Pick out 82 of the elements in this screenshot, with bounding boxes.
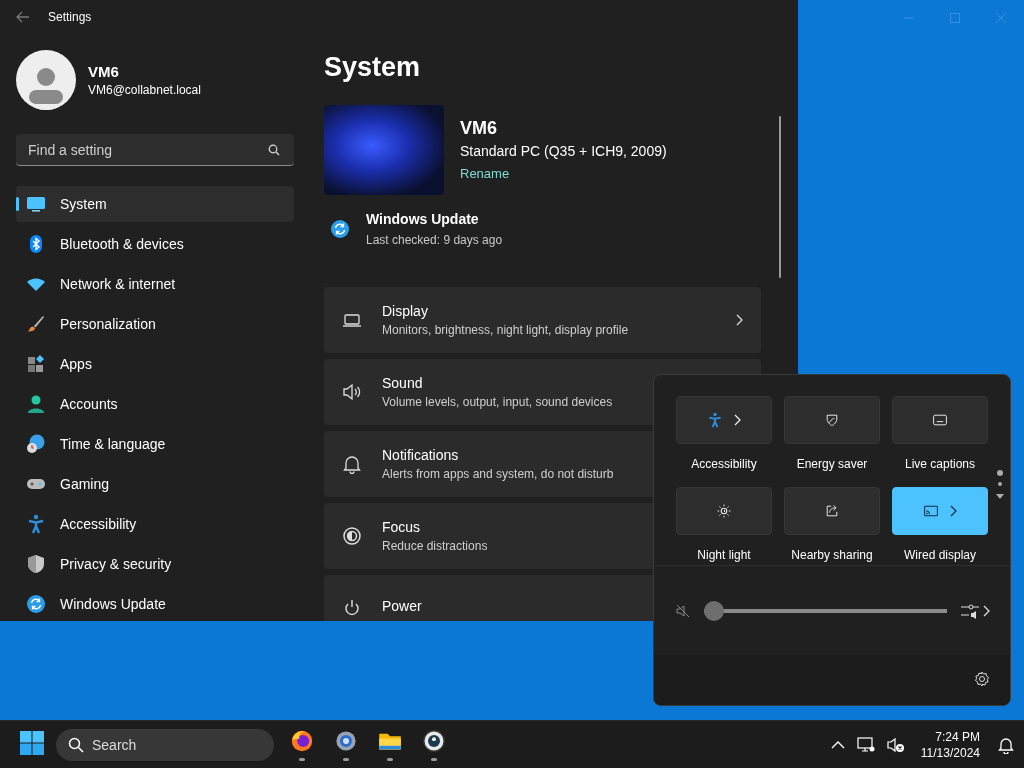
sync-icon bbox=[330, 219, 350, 239]
nav-item[interactable]: Bluetooth & devices bbox=[16, 226, 294, 262]
monitor-icon bbox=[26, 194, 46, 214]
setting-search-field[interactable]: Find a setting bbox=[16, 134, 294, 166]
nav-item[interactable]: Windows Update bbox=[16, 586, 294, 621]
paintbrush-icon bbox=[26, 314, 46, 334]
bell-icon bbox=[342, 454, 362, 474]
quick-toggle[interactable] bbox=[784, 486, 880, 535]
nav-item[interactable]: Time & language bbox=[16, 426, 294, 462]
share-icon bbox=[824, 502, 840, 519]
nav-item[interactable]: System bbox=[16, 186, 294, 222]
update-title: Windows Update bbox=[366, 211, 480, 227]
clock[interactable]: 7:24 PM 11/13/2024 bbox=[920, 728, 980, 761]
rename-link[interactable]: Rename bbox=[460, 166, 510, 181]
leaf-icon bbox=[824, 412, 840, 428]
quick-toggle[interactable] bbox=[676, 396, 772, 444]
page-title: System bbox=[324, 52, 422, 83]
user-name: VM6 bbox=[88, 63, 120, 80]
row-subtitle: Monitors, brightness, night light, display profile bbox=[382, 323, 629, 337]
nav-item[interactable]: Gaming bbox=[16, 466, 294, 502]
device-name: VM6 bbox=[460, 118, 498, 139]
show-hidden-icons-button[interactable] bbox=[830, 739, 845, 750]
toggle-label: Nearby sharing bbox=[791, 547, 873, 562]
search-icon bbox=[68, 736, 84, 753]
network-icon[interactable] bbox=[856, 736, 875, 753]
start-button[interactable] bbox=[20, 731, 44, 758]
sync-icon bbox=[26, 594, 46, 614]
chevron-icon bbox=[982, 604, 990, 617]
device-model: Standard PC (Q35 + ICH9, 2009) bbox=[460, 143, 667, 159]
sun-icon bbox=[716, 502, 732, 519]
nav-item[interactable]: Privacy & security bbox=[16, 546, 294, 582]
nav-item[interactable]: Apps bbox=[16, 346, 294, 382]
muted-speaker-icon[interactable] bbox=[676, 603, 690, 618]
audio-mixer-button[interactable] bbox=[961, 602, 990, 619]
toggle-label: Accessibility bbox=[691, 457, 757, 471]
power-icon bbox=[342, 598, 362, 618]
accessibility-icon bbox=[26, 514, 46, 534]
toggle-label: Night light bbox=[697, 547, 751, 562]
toggle-label: Live captions bbox=[904, 457, 975, 471]
quick-toggle[interactable] bbox=[676, 486, 772, 535]
toggle-label: Wired display bbox=[904, 547, 976, 562]
chevron-icon bbox=[735, 314, 743, 326]
quick-toggle[interactable] bbox=[892, 396, 988, 444]
speaker-icon bbox=[342, 382, 362, 402]
nav-item[interactable]: Accounts bbox=[16, 386, 294, 422]
quick-toggle[interactable] bbox=[784, 396, 880, 444]
clock-globe-icon bbox=[26, 434, 46, 454]
notification-bell-icon[interactable] bbox=[998, 735, 1014, 754]
chevron-icon bbox=[949, 504, 957, 517]
focus-icon bbox=[342, 526, 362, 546]
user-email: VM6@collabnet.local bbox=[88, 83, 201, 97]
person-icon bbox=[26, 394, 46, 414]
apps-icon bbox=[26, 354, 46, 374]
settings-row[interactable]: Display Monitors, brightness, night light, display profile bbox=[324, 287, 761, 353]
chevron-icon bbox=[733, 414, 741, 426]
back-arrow-icon[interactable] bbox=[16, 11, 30, 23]
search-icon bbox=[268, 144, 280, 156]
page-dots-icon[interactable] bbox=[996, 470, 1004, 500]
row-subtitle: Reduce distractions bbox=[382, 539, 488, 553]
scrollbar-thumb[interactable] bbox=[779, 116, 781, 278]
row-title: Sound bbox=[382, 375, 423, 391]
volume-muted-icon[interactable] bbox=[886, 736, 905, 753]
window-title: Settings bbox=[48, 10, 92, 24]
slider-thumb[interactable] bbox=[704, 600, 724, 621]
row-title: Focus bbox=[382, 519, 421, 535]
avatar-silhouette bbox=[16, 50, 76, 110]
row-subtitle: Volume levels, output, input, sound devices bbox=[382, 395, 613, 409]
captions-icon bbox=[932, 412, 948, 428]
row-title: Display bbox=[382, 303, 428, 319]
toggle-label: Energy saver bbox=[796, 457, 868, 471]
accessibility-icon bbox=[707, 412, 723, 428]
shield-icon bbox=[26, 554, 46, 574]
app-badge-icon bbox=[422, 728, 446, 753]
nav-item[interactable]: Personalization bbox=[16, 306, 294, 342]
row-subtitle: Alerts from apps and system, do not disturb bbox=[382, 467, 614, 481]
row-title: Power bbox=[382, 598, 422, 614]
taskbar-search-field[interactable]: Search bbox=[56, 728, 274, 761]
update-status: Last checked: 9 days ago bbox=[366, 233, 503, 247]
nav-item[interactable]: Accessibility bbox=[16, 506, 294, 542]
quick-toggle[interactable] bbox=[892, 486, 988, 535]
row-title: Notifications bbox=[382, 447, 459, 463]
nav-item[interactable]: Network & internet bbox=[16, 266, 294, 302]
